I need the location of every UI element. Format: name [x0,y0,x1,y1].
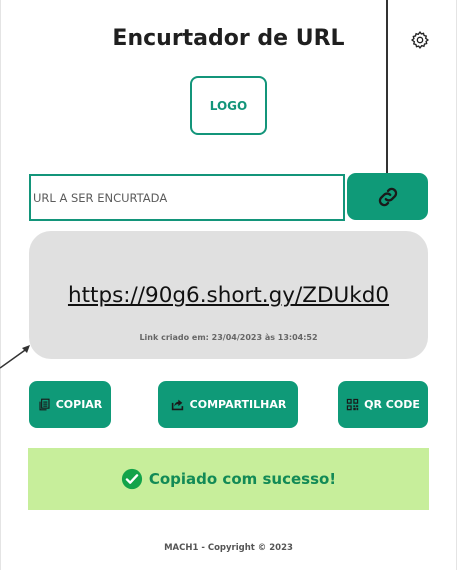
settings-gear-icon[interactable] [410,30,430,50]
check-circle-icon [121,468,142,490]
share-button[interactable]: COMPARTILHAR [158,381,298,428]
footer-copyright: MACH1 - Copyright © 2023 [164,543,293,553]
copy-icon [39,398,50,411]
shorten-button[interactable] [347,173,428,220]
result-card: https://90g6.short.gy/ZDUkd0 Link criado… [29,231,428,359]
copy-button-label: COPIAR [55,398,103,411]
link-icon [378,187,397,206]
created-timestamp: Link criado em: 23/04/2023 às 13:04:52 [139,333,318,342]
short-url-link[interactable]: https://90g6.short.gy/ZDUkd0 [29,283,428,308]
url-input[interactable] [29,174,345,221]
qr-code-button[interactable]: QR CODE [338,381,428,428]
logo-label: LOGO [209,98,248,113]
qr-code-button-label: QR CODE [364,398,420,411]
logo: LOGO [190,76,267,135]
share-icon [171,399,183,411]
share-button-label: COMPARTILHAR [189,398,287,411]
page-title: Encurtador de URL [112,26,345,51]
success-toast: Copiado com sucesso! [28,448,429,510]
toast-message: Copiado com sucesso! [148,470,337,488]
qr-code-icon [346,398,359,411]
copy-button[interactable]: COPIAR [29,381,111,428]
